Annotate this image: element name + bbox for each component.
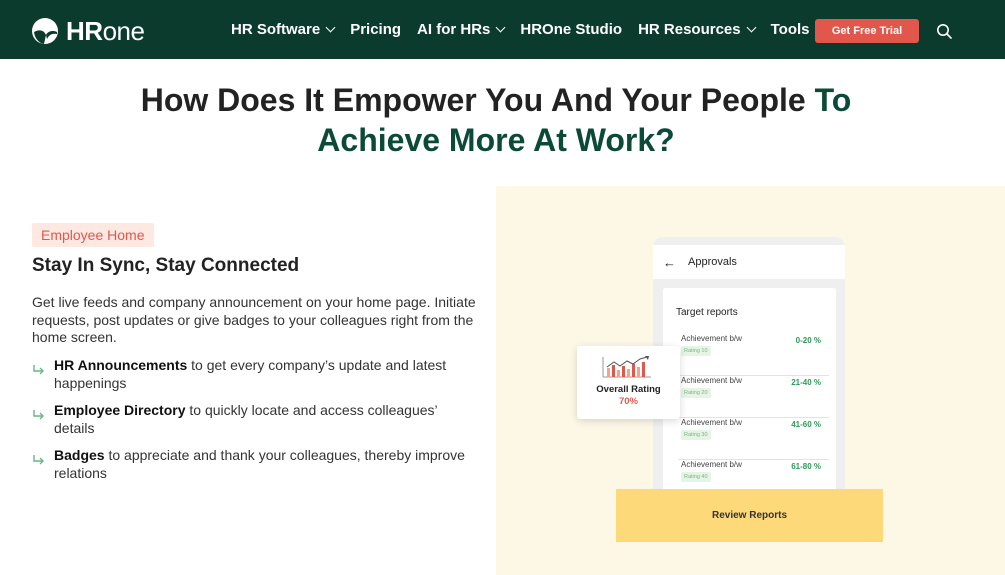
rating-value: 70% [618, 396, 638, 407]
phone-mockup: ← Approvals Target reports Achievement b… [653, 237, 845, 497]
rating-label: Overall Rating [596, 384, 661, 395]
return-arrow-icon [32, 357, 54, 381]
page-headline: How Does It Empower You And Your People … [140, 82, 852, 158]
report-label: Achievement b/w [681, 460, 742, 469]
feature-item: Employee Directory to quickly locate and… [32, 402, 472, 437]
report-row[interactable]: Achievement b/w Rating 10 0-20 % [678, 334, 829, 376]
rating-chip: Rating 40 [681, 472, 711, 482]
report-row[interactable]: Achievement b/w Rating 20 21-40 % [678, 376, 829, 418]
report-range: 21-40 % [791, 378, 821, 387]
section-badge: Employee Home [32, 223, 154, 247]
feature-text: HR Announcements to get every company’s … [54, 357, 447, 391]
screen-title: Approvals [688, 256, 737, 268]
return-arrow-icon [32, 402, 54, 426]
section-subhead: Stay In Sync, Stay Connected [32, 255, 300, 276]
back-arrow-icon[interactable]: ← [663, 255, 676, 270]
feature-item: HR Announcements to get every company’s … [32, 357, 472, 392]
search-icon[interactable] [936, 23, 953, 40]
feature-text: Badges to appreciate and thank your coll… [54, 447, 465, 481]
report-range: 0-20 % [795, 336, 821, 345]
top-nav: HRone HR Software Pricing AI for HRs HRO… [0, 0, 1005, 59]
product-mockup-panel: ← Approvals Target reports Achievement b… [496, 186, 1005, 575]
feature-text: Employee Directory to quickly locate and… [54, 402, 438, 436]
nav-item-ai-for-hrs[interactable]: AI for HRs [417, 21, 506, 38]
growth-chart-icon [602, 356, 651, 378]
nav-item-hr-software[interactable]: HR Software [231, 21, 336, 38]
feature-item: Badges to appreciate and thank your coll… [32, 447, 472, 482]
chevron-down-icon [746, 22, 757, 33]
report-range: 41-60 % [791, 420, 821, 429]
review-reports-button[interactable]: Review Reports [616, 489, 883, 542]
nav-item-hrone-studio[interactable]: HROne Studio [520, 21, 622, 38]
report-label: Achievement b/w [681, 418, 742, 427]
nav-item-pricing[interactable]: Pricing [350, 21, 401, 38]
target-reports-card: Target reports Achievement b/w Rating 10… [663, 288, 836, 497]
rating-chip: Rating 30 [681, 430, 711, 440]
chevron-down-icon [325, 22, 336, 33]
chevron-down-icon [495, 22, 506, 33]
report-range: 61-80 % [791, 462, 821, 471]
rating-chip: Rating 20 [681, 388, 711, 398]
report-row[interactable]: Achievement b/w Rating 30 41-60 % [678, 418, 829, 460]
logo-text: HRone [66, 16, 145, 46]
hrone-logo[interactable]: HRone [31, 16, 145, 46]
feature-list: HR Announcements to get every company’s … [32, 357, 472, 492]
phone-header: ← Approvals [653, 245, 845, 279]
report-label: Achievement b/w [681, 334, 742, 343]
overall-rating-card: Overall Rating 70% [577, 346, 680, 419]
rating-chip: Rating 10 [681, 346, 711, 356]
report-label: Achievement b/w [681, 376, 742, 385]
nav-menu: HR Software Pricing AI for HRs HROne Stu… [231, 0, 840, 59]
card-title: Target reports [676, 307, 738, 318]
nav-item-hr-resources[interactable]: HR Resources [638, 21, 757, 38]
return-arrow-icon [32, 447, 54, 471]
logo-mark-icon [32, 18, 58, 44]
get-free-trial-button[interactable]: Get Free Trial [815, 19, 919, 43]
section-description: Get live feeds and company announcement … [32, 294, 476, 345]
